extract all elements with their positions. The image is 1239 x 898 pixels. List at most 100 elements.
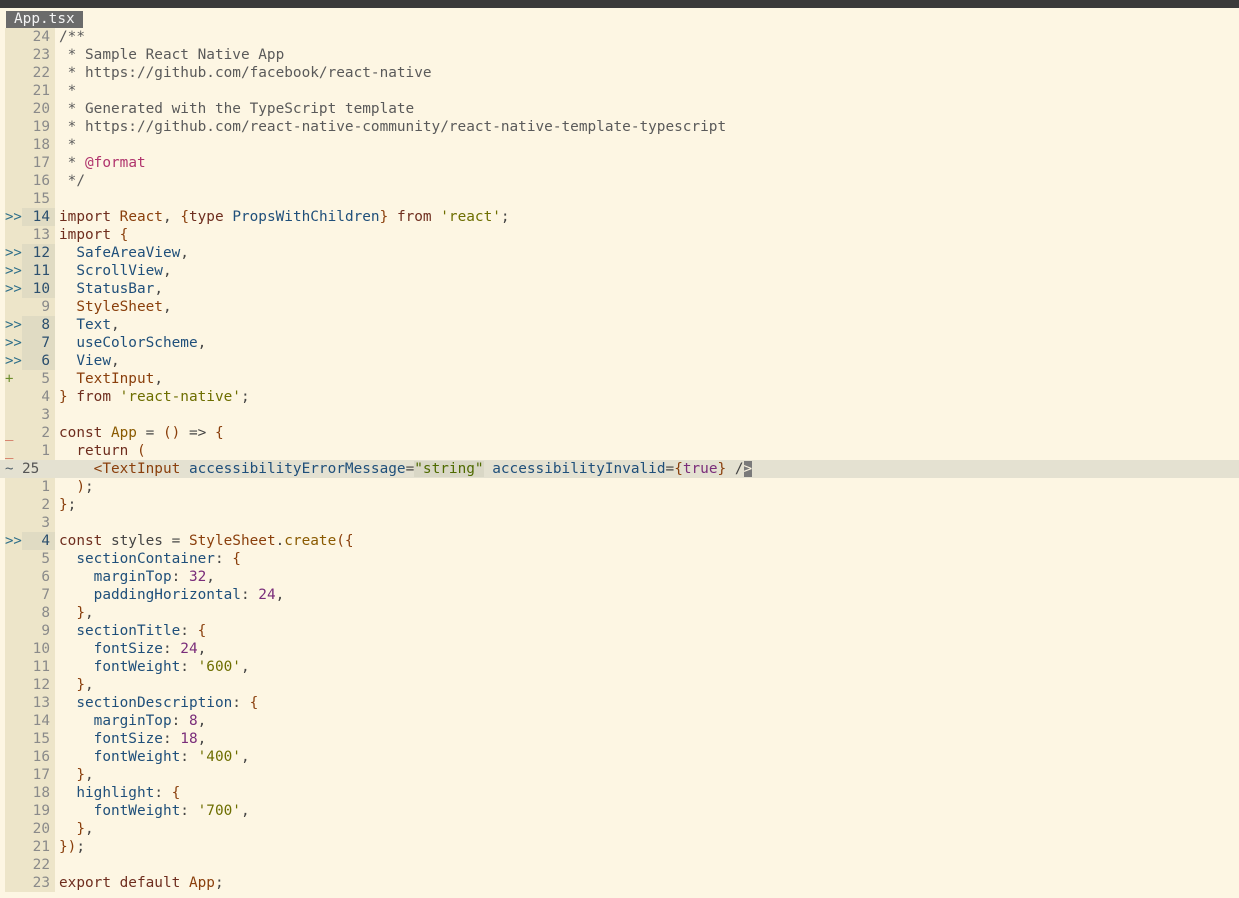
code-line[interactable]: 4} from 'react-native'; bbox=[0, 388, 1239, 406]
code-token: from bbox=[67, 389, 120, 405]
code-line[interactable]: >> 10 StatusBar, bbox=[0, 280, 1239, 298]
code-token: . bbox=[275, 533, 285, 549]
code-line[interactable]: 13 import { bbox=[0, 226, 1239, 244]
line-code: useColorScheme, bbox=[59, 334, 206, 352]
code-line[interactable]: 16 */ bbox=[0, 172, 1239, 190]
code-token: , bbox=[162, 299, 172, 315]
code-token: : bbox=[240, 587, 259, 603]
code-line[interactable]: >> 8 Text, bbox=[0, 316, 1239, 334]
code-token: : bbox=[162, 731, 181, 747]
code-token: sectionContainer bbox=[76, 551, 215, 567]
code-line[interactable]: 2}; bbox=[0, 496, 1239, 514]
code-line[interactable]: 24 /** bbox=[0, 28, 1239, 46]
line-number: 8 bbox=[41, 317, 50, 333]
line-number: 18 bbox=[32, 785, 50, 801]
code-line[interactable]: >> 4 const styles = StyleSheet.create({ bbox=[0, 532, 1239, 550]
code-line[interactable]: 7 paddingHorizontal: 24, bbox=[0, 586, 1239, 604]
code-line[interactable]: 21}); bbox=[0, 838, 1239, 856]
code-token: Text bbox=[76, 317, 111, 333]
code-line[interactable]: >> 12 SafeAreaView, bbox=[0, 244, 1239, 262]
code-token: * Sample React Native App bbox=[59, 47, 285, 63]
code-token: { bbox=[171, 785, 181, 801]
code-token: paddingHorizontal bbox=[93, 587, 241, 603]
code-line[interactable]: >> 6 View, bbox=[0, 352, 1239, 370]
code-line[interactable]: 23 export default App; bbox=[0, 874, 1239, 892]
code-token: } bbox=[76, 605, 85, 621]
code-line[interactable]: >> 14 import React, {type PropsWithChildre… bbox=[0, 208, 1239, 226]
code-line[interactable]: 15 bbox=[0, 190, 1239, 208]
code-line[interactable]: 23 * Sample React Native App bbox=[0, 46, 1239, 64]
code-line[interactable]: 3 bbox=[0, 406, 1239, 424]
code-line[interactable]: 5 sectionContainer: { bbox=[0, 550, 1239, 568]
code-token: ; bbox=[214, 875, 224, 891]
line-code: * @format bbox=[59, 154, 146, 172]
code-token: : bbox=[171, 713, 189, 729]
code-line[interactable]: 19 * https://github.com/react-native-com… bbox=[0, 118, 1239, 136]
code-token: return bbox=[76, 443, 137, 459]
line-code: }); bbox=[59, 838, 85, 856]
line-number: 10 bbox=[32, 281, 50, 297]
code-line[interactable]: 11 fontWeight: '600', bbox=[0, 658, 1239, 676]
code-token: , bbox=[110, 317, 120, 333]
code-line[interactable]: 10 fontSize: 24, bbox=[0, 640, 1239, 658]
code-token: create bbox=[284, 533, 337, 549]
line-code: fontWeight: '700', bbox=[59, 802, 250, 820]
line-number: 11 bbox=[32, 263, 50, 279]
code-line[interactable]: 21 * bbox=[0, 82, 1239, 100]
code-line[interactable]: 18 highlight: { bbox=[0, 784, 1239, 802]
code-line[interactable]: 13 sectionDescription: { bbox=[0, 694, 1239, 712]
code-line[interactable]: 14 marginTop: 8, bbox=[0, 712, 1239, 730]
code-line[interactable]: 12 }, bbox=[0, 676, 1239, 694]
line-number: 20 bbox=[32, 101, 50, 117]
code-token: , bbox=[206, 569, 215, 585]
code-line[interactable]: 3 bbox=[0, 514, 1239, 532]
code-token: 'react-native' bbox=[119, 389, 241, 405]
code-line[interactable]: 15 fontSize: 18, bbox=[0, 730, 1239, 748]
cursor-line[interactable]: ~25 <TextInput accessibilityErrorMessage… bbox=[0, 460, 1239, 478]
code-token: { bbox=[119, 227, 129, 243]
code-token: "string" bbox=[414, 461, 484, 477]
code-token: : bbox=[171, 569, 189, 585]
code-line[interactable]: >> 11 ScrollView, bbox=[0, 262, 1239, 280]
code-token: } bbox=[76, 821, 85, 837]
code-line[interactable]: 22 * https://github.com/facebook/react-n… bbox=[0, 64, 1239, 82]
code-line[interactable]: 17 * @format bbox=[0, 154, 1239, 172]
line-number: 6 bbox=[41, 569, 50, 585]
code-line[interactable]: 17 }, bbox=[0, 766, 1239, 784]
code-line[interactable]: 22 bbox=[0, 856, 1239, 874]
line-code: ScrollView, bbox=[59, 262, 171, 280]
code-line[interactable]: 16 fontWeight: '400', bbox=[0, 748, 1239, 766]
code-line[interactable]: 6 marginTop: 32, bbox=[0, 568, 1239, 586]
code-token: : bbox=[214, 551, 233, 567]
tab-app-tsx[interactable]: App.tsx bbox=[6, 11, 83, 28]
code-token: } bbox=[59, 497, 68, 513]
line-number: 18 bbox=[32, 137, 50, 153]
code-line[interactable]: +5 TextInput, bbox=[0, 370, 1239, 388]
code-line[interactable]: 1 ); bbox=[0, 478, 1239, 496]
code-token: @format bbox=[85, 155, 146, 171]
code-token: from bbox=[388, 209, 441, 225]
code-token: StyleSheet bbox=[76, 299, 163, 315]
code-line[interactable]: 9 sectionTitle: { bbox=[0, 622, 1239, 640]
code-token: TextInput bbox=[76, 371, 155, 387]
code-line[interactable]: _ 2 const App = () => { bbox=[0, 424, 1239, 442]
code-token: , bbox=[85, 605, 94, 621]
code-token: /** bbox=[59, 29, 85, 45]
code-line[interactable]: 20 }, bbox=[0, 820, 1239, 838]
code-editor[interactable]: 24/** 23 * Sample React Native App 22 * ht… bbox=[0, 28, 1239, 898]
code-line[interactable]: >> 7 useColorScheme, bbox=[0, 334, 1239, 352]
code-line[interactable]: 9 StyleSheet, bbox=[0, 298, 1239, 316]
code-line[interactable]: 18 * bbox=[0, 136, 1239, 154]
code-token: } bbox=[76, 767, 85, 783]
code-token: : bbox=[180, 623, 198, 639]
line-code: */ bbox=[59, 172, 85, 190]
code-token: : bbox=[232, 695, 250, 711]
code-line[interactable]: 20 * Generated with the TypeScript templ… bbox=[0, 100, 1239, 118]
code-line[interactable]: 8 }, bbox=[0, 604, 1239, 622]
code-token: SafeAreaView bbox=[76, 245, 181, 261]
code-line[interactable]: 19 fontWeight: '700', bbox=[0, 802, 1239, 820]
code-line[interactable]: _ 1 return ( bbox=[0, 442, 1239, 460]
